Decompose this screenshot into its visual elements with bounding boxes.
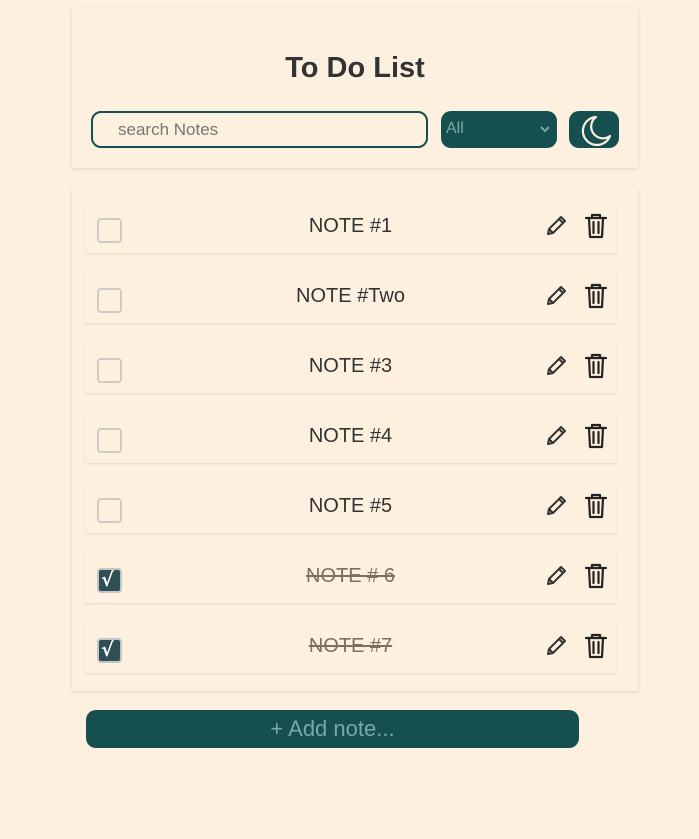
search-input[interactable] xyxy=(91,111,428,148)
pencil-icon[interactable] xyxy=(544,352,570,378)
trash-icon[interactable] xyxy=(583,352,609,380)
note-text: NOTE # 6 xyxy=(306,565,395,587)
trash-icon[interactable] xyxy=(583,422,609,450)
filter-selected-value: All xyxy=(446,120,464,137)
notes-list: NOTE #1 NOTE #Two NOTE #3 NOTE #4 NOTE #5 √ NO… xyxy=(72,187,638,691)
trash-icon[interactable] xyxy=(583,492,609,520)
note-item: NOTE #5 xyxy=(85,483,616,533)
add-note-button[interactable]: + Add note... xyxy=(86,710,579,748)
note-text: NOTE #7 xyxy=(308,635,393,657)
pencil-icon[interactable] xyxy=(544,562,570,588)
pencil-icon[interactable] xyxy=(544,492,570,518)
trash-icon[interactable] xyxy=(583,562,609,590)
pencil-icon[interactable] xyxy=(544,632,570,658)
note-item: NOTE #1 xyxy=(85,203,616,253)
page-title: To Do List xyxy=(285,52,425,84)
moon-icon xyxy=(581,115,612,146)
note-item: NOTE #3 xyxy=(85,343,616,393)
note-text: NOTE #Two xyxy=(296,285,405,307)
pencil-icon[interactable] xyxy=(544,422,570,448)
theme-toggle-button[interactable] xyxy=(569,111,619,148)
header-card: To Do List All xyxy=(72,8,638,168)
filter-select[interactable]: All xyxy=(441,111,557,148)
trash-icon[interactable] xyxy=(583,282,609,310)
note-text: NOTE #4 xyxy=(308,425,393,447)
note-text: NOTE #5 xyxy=(308,495,393,517)
trash-icon[interactable] xyxy=(583,632,609,660)
pencil-icon[interactable] xyxy=(544,282,570,308)
note-item: NOTE #4 xyxy=(85,413,616,463)
chevron-down-icon xyxy=(540,126,550,133)
note-item: √ NOTE #7 xyxy=(85,623,616,673)
note-text: NOTE #3 xyxy=(308,355,393,377)
note-item: √ NOTE # 6 xyxy=(85,553,616,603)
pencil-icon[interactable] xyxy=(544,212,570,238)
note-text: NOTE #1 xyxy=(308,215,393,237)
note-item: NOTE #Two xyxy=(85,273,616,323)
trash-icon[interactable] xyxy=(583,212,609,240)
